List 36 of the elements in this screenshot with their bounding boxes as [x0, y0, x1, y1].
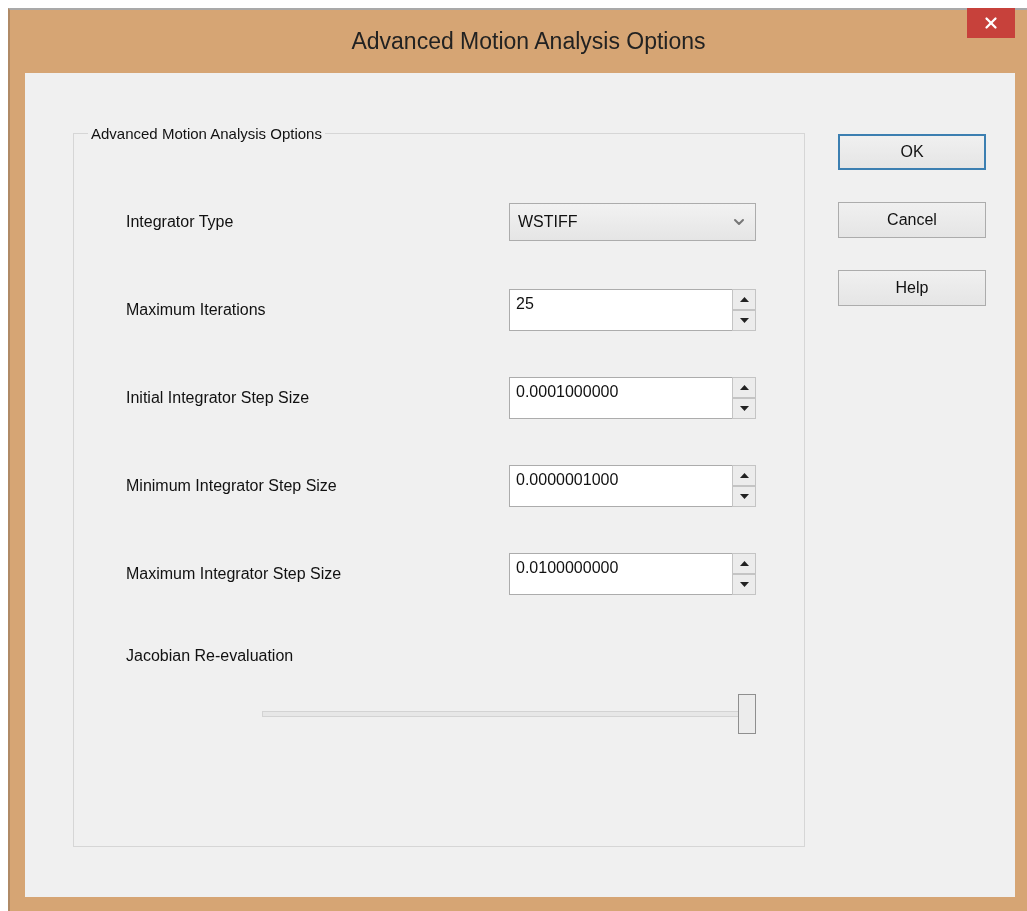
field-label: Maximum Iterations [126, 301, 267, 319]
spin-up-button[interactable] [732, 289, 756, 310]
spin-up-button[interactable] [732, 553, 756, 574]
down-arrow-icon [739, 582, 749, 587]
field-label: Minimum Integrator Step Size [126, 477, 338, 495]
window-title: Advanced Motion Analysis Options [350, 28, 707, 55]
number-field[interactable]: 0.0001000000 [509, 377, 732, 419]
spin-down-button[interactable] [732, 486, 756, 507]
up-arrow-icon [739, 297, 749, 302]
dialog-button[interactable]: Help [838, 270, 986, 306]
field-label: Maximum Integrator Step Size [126, 565, 343, 583]
slider[interactable] [262, 694, 756, 734]
dialog-button[interactable]: OK [838, 134, 986, 170]
spin-down-button[interactable] [732, 310, 756, 331]
number-field[interactable]: 25 [509, 289, 732, 331]
slider-thumb[interactable] [738, 694, 756, 734]
field-label: Integrator Type [126, 213, 235, 231]
down-arrow-icon [739, 406, 749, 411]
up-arrow-icon [739, 385, 749, 390]
close-icon [982, 14, 1000, 32]
down-arrow-icon [739, 494, 749, 499]
down-arrow-icon [739, 318, 749, 323]
up-arrow-icon [739, 473, 749, 478]
spin-up-button[interactable] [732, 465, 756, 486]
number-field[interactable]: 0.0100000000 [509, 553, 732, 595]
group-label: Advanced Motion Analysis Options [90, 125, 323, 142]
spin-down-button[interactable] [732, 398, 756, 419]
field-label: Jacobian Re-evaluation [126, 647, 295, 665]
spin-down-button[interactable] [732, 574, 756, 595]
up-arrow-icon [739, 561, 749, 566]
dropdown[interactable]: WSTIFF [509, 203, 756, 241]
number-field[interactable]: 0.0000001000 [509, 465, 732, 507]
field-label: Initial Integrator Step Size [126, 389, 311, 407]
close-button[interactable] [967, 8, 1015, 38]
spin-up-button[interactable] [732, 377, 756, 398]
dialog-button[interactable]: Cancel [838, 202, 986, 238]
